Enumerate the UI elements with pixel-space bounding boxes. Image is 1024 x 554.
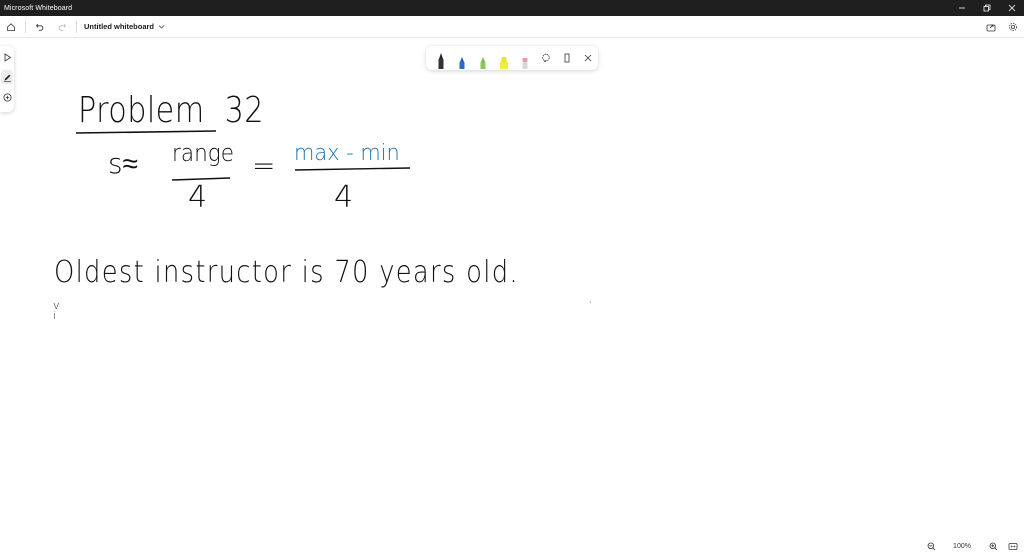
- zoom-level[interactable]: 100%: [944, 543, 980, 550]
- zoom-out-button[interactable]: [924, 540, 938, 554]
- home-icon: [7, 22, 15, 31]
- app-bar: Untitled whiteboard: [0, 16, 1024, 38]
- share-button[interactable]: [980, 16, 1002, 38]
- s-approx-symbol: s≈: [108, 147, 138, 180]
- zoom-bar: 100%: [0, 539, 1024, 554]
- appbar-right: [980, 16, 1024, 38]
- home-button[interactable]: [0, 16, 22, 38]
- equals-sign: =: [252, 149, 276, 182]
- zoom-in-icon: [989, 542, 997, 551]
- window-controls: [949, 0, 1024, 16]
- undo-icon: [35, 23, 44, 31]
- document-name: Untitled whiteboard: [84, 22, 154, 31]
- window-title: Microsoft Whiteboard: [4, 4, 73, 12]
- document-name-button[interactable]: Untitled whiteboard: [84, 22, 165, 31]
- zoom-in-button[interactable]: [986, 540, 1000, 554]
- undo-button[interactable]: [29, 16, 51, 38]
- redo-button[interactable]: [51, 16, 73, 38]
- range-denominator: 4: [188, 180, 208, 215]
- redo-icon: [58, 23, 67, 31]
- range-numerator: range: [172, 139, 235, 167]
- heading-underline: [75, 130, 217, 134]
- whiteboard-canvas[interactable]: Problem 32 s≈ range 4 = max - min 4 Olde…: [0, 39, 1024, 539]
- minimize-icon: [958, 7, 965, 9]
- gear-icon: [1009, 22, 1017, 31]
- max-min-denominator: 4: [334, 180, 354, 215]
- max-min-numerator: max - min: [294, 141, 400, 166]
- fraction-bar-2: [294, 167, 411, 171]
- settings-button[interactable]: [1002, 16, 1024, 38]
- close-window-button[interactable]: [999, 0, 1024, 16]
- stray-dot: ·: [588, 295, 593, 311]
- title-bar: Microsoft Whiteboard: [0, 0, 1024, 16]
- share-icon: [986, 24, 996, 31]
- zoom-out-icon: [927, 542, 935, 551]
- divider: [25, 20, 26, 33]
- restore-icon: [983, 4, 990, 12]
- fit-screen-icon: [1008, 543, 1018, 550]
- chevron-down-icon: [158, 25, 165, 29]
- oldest-instructor-sentence: Oldest instructor is 70 years old.: [54, 255, 519, 290]
- stray-ink-mark: v i: [53, 299, 60, 322]
- divider: [76, 20, 77, 33]
- close-icon: [1008, 4, 1015, 12]
- restore-button[interactable]: [974, 0, 999, 16]
- minimize-button[interactable]: [949, 0, 974, 16]
- fit-to-screen-button[interactable]: [1006, 540, 1020, 554]
